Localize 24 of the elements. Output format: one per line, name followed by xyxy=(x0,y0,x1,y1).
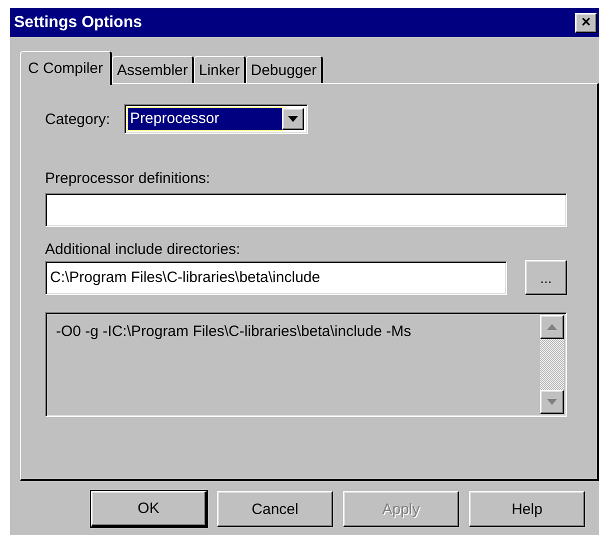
up-arrow-icon xyxy=(547,324,557,330)
category-dropdown[interactable]: Preprocessor xyxy=(124,104,308,134)
tab[interactable]: C Compiler xyxy=(20,51,112,85)
dialog-button[interactable]: Cancel xyxy=(217,491,333,527)
definitions-field[interactable] xyxy=(45,193,567,227)
window-title: Settings Options xyxy=(14,14,142,32)
browse-button[interactable]: ... xyxy=(525,260,567,295)
down-arrow-icon xyxy=(547,399,557,405)
tab[interactable]: Linker xyxy=(194,56,246,83)
dropdown-button[interactable] xyxy=(282,108,304,130)
dialog-button[interactable]: OK xyxy=(91,491,207,527)
include-label: Additional include directories: xyxy=(45,241,242,258)
category-label: Category: xyxy=(45,110,110,128)
tab[interactable]: Debugger xyxy=(246,56,323,83)
caret-icon xyxy=(288,116,298,122)
definitions-label: Preprocessor definitions: xyxy=(45,170,212,187)
category-value: Preprocessor xyxy=(128,108,282,130)
tab[interactable]: Assembler xyxy=(112,56,194,83)
dialog-button[interactable]: Help xyxy=(469,491,585,527)
scroll-up-button[interactable] xyxy=(540,315,564,339)
include-field[interactable]: C:\Program Files\C-libraries\beta\include xyxy=(45,260,507,294)
output-text: -O0 -g -IC:\Program Files\C-libraries\beta\include -Ms xyxy=(55,322,412,342)
close-button[interactable]: × xyxy=(575,12,597,32)
scroll-down-button[interactable] xyxy=(540,390,564,414)
